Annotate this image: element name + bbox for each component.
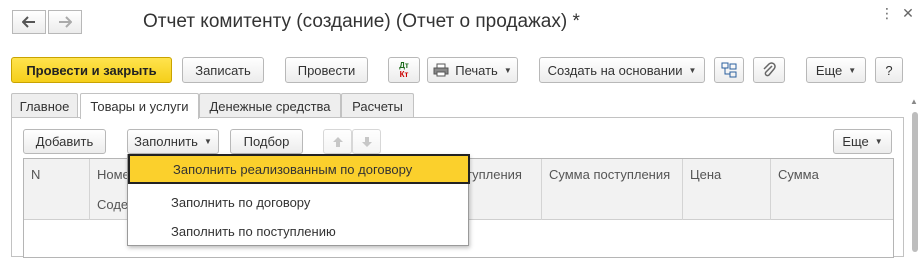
attach-button[interactable] (753, 57, 785, 83)
tab-main[interactable]: Главное (11, 93, 78, 118)
paperclip-icon (762, 62, 776, 78)
create-based-on-button[interactable]: Создать на основании ▼ (539, 57, 705, 83)
menu-item-fill-by-contract[interactable]: Заполнить по договору (128, 187, 468, 217)
chevron-down-icon: ▼ (848, 65, 857, 75)
forward-button[interactable] (48, 10, 82, 34)
move-down-button[interactable] (352, 129, 381, 154)
more-label: Еще (815, 62, 843, 78)
move-up-button[interactable] (323, 129, 352, 154)
tab-cash[interactable]: Денежные средства (199, 93, 341, 118)
chevron-down-icon: ▼ (203, 137, 212, 146)
printer-icon (433, 63, 449, 77)
menu-item-fill-by-receipt[interactable]: Заполнить по поступлению (128, 216, 468, 246)
print-label: Печать (455, 62, 498, 78)
dt-kt-icon: Дт Кт (399, 61, 409, 79)
table-more-label: Еще (842, 134, 869, 149)
column-header-sum[interactable]: Сумма (771, 159, 895, 220)
table-more-button[interactable]: Еще ▼ (833, 129, 892, 154)
help-button[interactable]: ? (875, 57, 903, 83)
save-button[interactable]: Записать (182, 57, 264, 83)
arrow-up-icon (332, 136, 344, 148)
structure-icon (721, 62, 737, 78)
arrow-down-icon (361, 136, 373, 148)
arrow-right-icon (58, 16, 72, 28)
menu-item-fill-by-contract-sold[interactable]: Заполнить реализованным по договору (128, 154, 470, 184)
fill-label: Заполнить (134, 134, 198, 149)
chevron-down-icon: ▼ (503, 65, 512, 75)
scrollbar-thumb[interactable] (912, 112, 918, 252)
back-button[interactable] (12, 10, 46, 34)
post-button[interactable]: Провести (285, 57, 368, 83)
select-button[interactable]: Подбор (230, 129, 303, 154)
column-header-price[interactable]: Цена (683, 159, 771, 220)
column-header-receipt[interactable]: тупления (464, 159, 542, 220)
column-header-n[interactable]: N (24, 159, 90, 220)
arrow-left-icon (22, 16, 36, 28)
page-title: Отчет комитенту (создание) (Отчет о прод… (143, 11, 580, 32)
chevron-down-icon: ▼ (874, 137, 883, 146)
more-vert-icon[interactable]: ⋮ (878, 4, 896, 22)
chevron-down-icon: ▼ (688, 65, 697, 75)
close-icon[interactable]: ✕ (899, 4, 917, 22)
tab-goods-services[interactable]: Товары и услуги (80, 93, 199, 119)
dt-kt-button[interactable]: Дт Кт (388, 57, 420, 83)
column-subheader-content: Соде (97, 197, 129, 212)
tab-settlements[interactable]: Расчеты (341, 93, 414, 118)
fill-button[interactable]: Заполнить ▼ (127, 129, 219, 154)
post-and-close-button[interactable]: Провести и закрыть (11, 57, 172, 83)
column-header-receipt-sum[interactable]: Сумма поступления (542, 159, 683, 220)
structure-button[interactable] (714, 57, 744, 83)
scroll-up-icon[interactable]: ▲ (910, 97, 918, 106)
fill-dropdown-menu: Заполнить реализованным по договору Запо… (127, 154, 470, 246)
add-button[interactable]: Добавить (23, 129, 106, 154)
print-button[interactable]: Печать ▼ (427, 57, 518, 83)
create-based-on-label: Создать на основании (547, 62, 683, 78)
more-button[interactable]: Еще ▼ (806, 57, 866, 83)
